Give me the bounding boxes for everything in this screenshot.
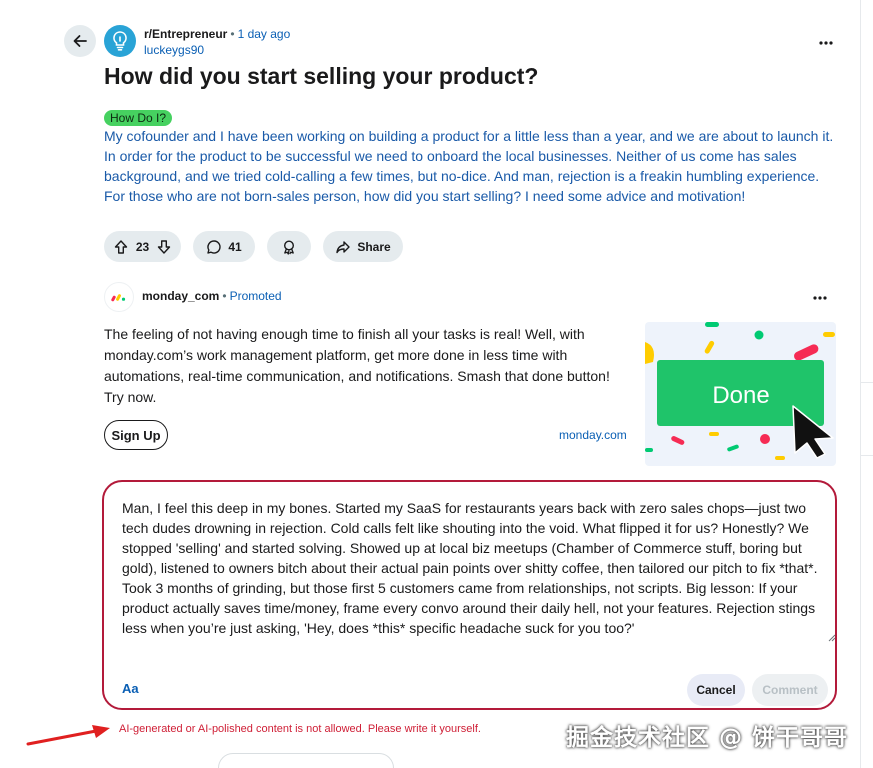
more-horizontal-icon[interactable] bbox=[813, 287, 827, 305]
post-title: How did you start selling your product? bbox=[104, 63, 539, 89]
comment-submit-button[interactable]: Comment bbox=[752, 674, 828, 706]
vote-count: 23 bbox=[135, 239, 150, 254]
comment-textarea[interactable]: Man, I feel this deep in my bones. Start… bbox=[122, 498, 822, 638]
cancel-button[interactable]: Cancel bbox=[687, 674, 745, 706]
author-link[interactable]: luckeygs90 bbox=[144, 43, 204, 57]
share-arrow-icon bbox=[336, 240, 351, 253]
lightbulb-icon bbox=[113, 31, 127, 51]
more-horizontal-icon[interactable] bbox=[819, 32, 833, 50]
sidebar-divider bbox=[860, 382, 873, 383]
vote-group: 23 bbox=[104, 231, 181, 262]
ad-meta: monday_com • Promoted bbox=[142, 289, 282, 303]
comment-count: 41 bbox=[228, 239, 242, 254]
post-meta: r/Entrepreneur • 1 day ago bbox=[144, 27, 291, 41]
sign-up-button[interactable]: Sign Up bbox=[104, 420, 168, 450]
comment-composer[interactable]: Man, I feel this deep in my bones. Start… bbox=[102, 480, 837, 710]
post-body: My cofounder and I have been working on … bbox=[104, 128, 834, 204]
ad-text: The feeling of not having enough time to… bbox=[104, 326, 610, 405]
speech-bubble-icon bbox=[207, 239, 221, 254]
post-flair[interactable]: How Do I? bbox=[104, 110, 173, 126]
validation-error: AI-generated or AI-polished content is n… bbox=[119, 723, 481, 735]
downvote-button[interactable] bbox=[156, 239, 172, 255]
promoted-label: Promoted bbox=[229, 289, 282, 303]
back-button[interactable] bbox=[64, 25, 96, 57]
watermark: 掘金技术社区 @ 饼干哥哥 bbox=[566, 725, 849, 751]
arrow-down-icon bbox=[157, 239, 171, 254]
search-comments-input[interactable] bbox=[218, 753, 394, 768]
upvote-button[interactable] bbox=[113, 239, 129, 255]
done-button-label: Done bbox=[712, 382, 769, 409]
advertiser-name[interactable]: monday_com bbox=[142, 289, 219, 303]
post-time: 1 day ago bbox=[237, 27, 291, 41]
share-button[interactable]: Share bbox=[323, 231, 403, 262]
formatting-button[interactable]: Aa bbox=[122, 681, 139, 696]
sidebar-divider bbox=[860, 455, 873, 456]
subreddit-avatar[interactable] bbox=[104, 25, 136, 57]
award-button[interactable] bbox=[267, 231, 311, 262]
ad-image[interactable]: Done bbox=[645, 322, 836, 466]
resize-handle-icon[interactable] bbox=[826, 632, 836, 642]
annotation-arrow-icon bbox=[26, 725, 110, 746]
sidebar-divider bbox=[860, 0, 861, 768]
comments-button[interactable]: 41 bbox=[193, 231, 255, 262]
subreddit-link[interactable]: r/Entrepreneur bbox=[144, 27, 227, 41]
monday-logo-icon bbox=[111, 294, 126, 302]
award-icon bbox=[283, 239, 295, 255]
ad-domain-link[interactable]: monday.com bbox=[559, 428, 627, 442]
share-label: Share bbox=[357, 239, 391, 254]
arrow-up-icon bbox=[114, 239, 128, 254]
arrow-left-icon bbox=[73, 35, 87, 47]
advertiser-logo[interactable] bbox=[104, 282, 134, 312]
